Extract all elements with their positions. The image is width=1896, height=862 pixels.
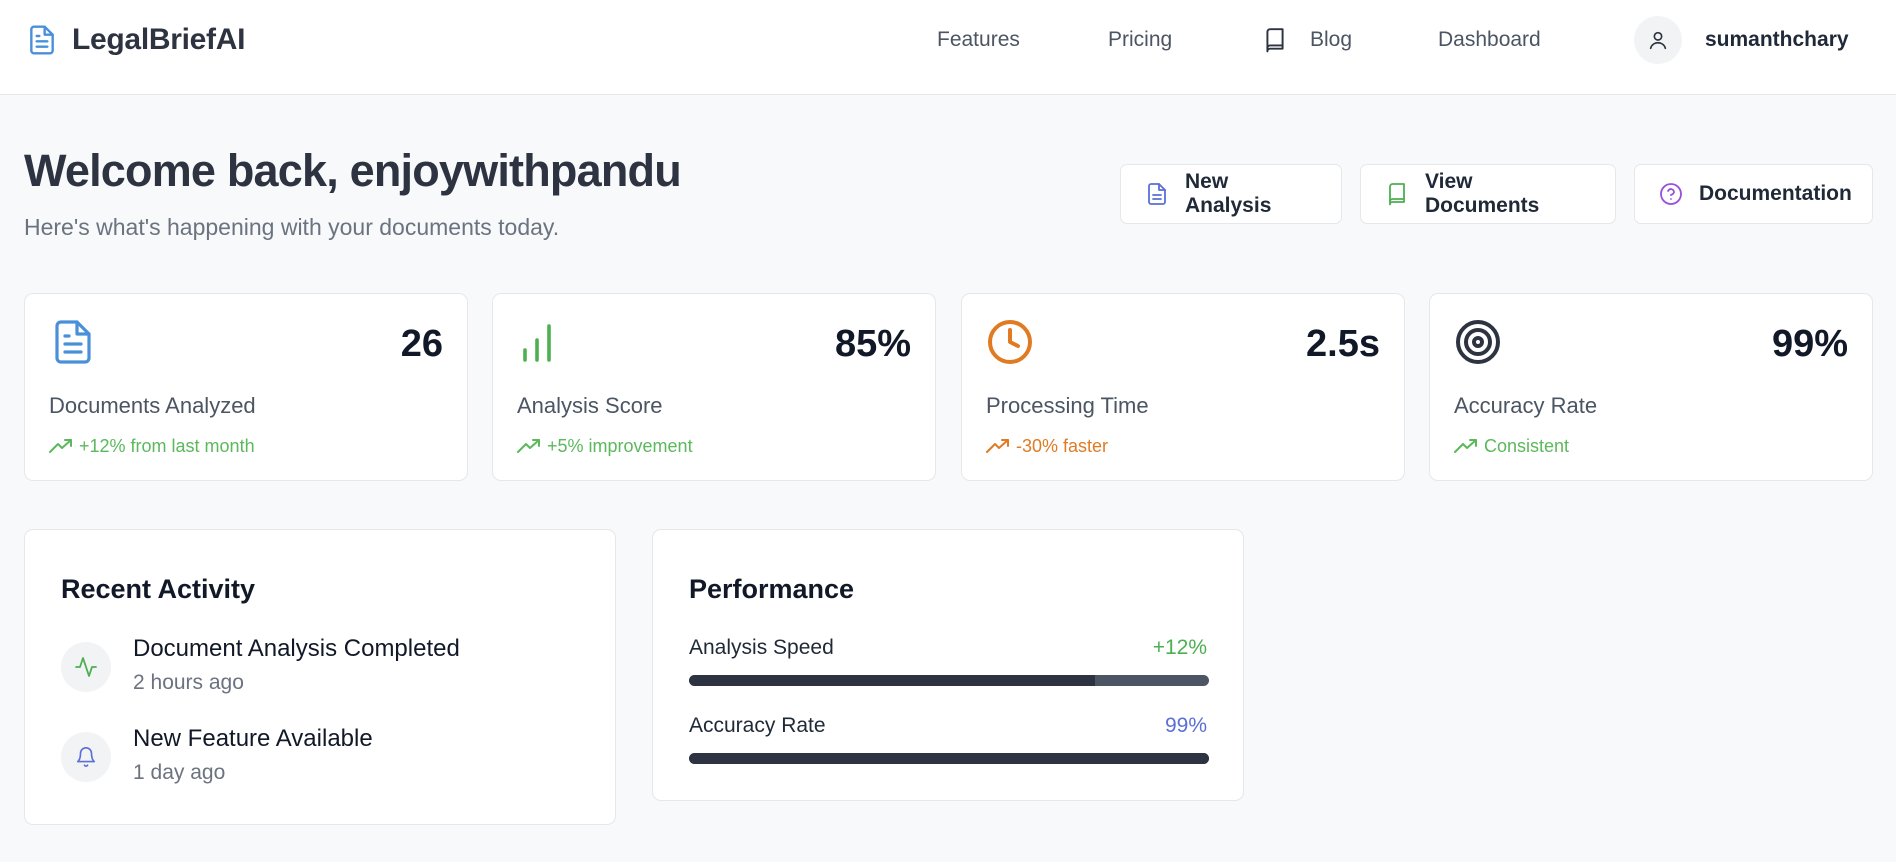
document-icon [30,25,54,55]
metric-label: Accuracy Rate [689,714,826,737]
stat-card-documents-analyzed: 26 Documents Analyzed +12% from last mon… [24,293,468,481]
metric-label: Analysis Speed [689,636,834,659]
trending-up-icon [1454,439,1477,453]
trending-up-icon [986,439,1009,453]
page-subtitle: Here's what's happening with your docume… [24,214,560,240]
stat-label: Accuracy Rate [1454,393,1598,418]
stat-trend: +5% improvement [517,434,693,458]
metric-value: 99% [1164,714,1207,737]
stat-trend: -30% faster [986,434,1108,458]
clock-icon [988,320,1032,364]
performance-card: Performance Analysis Speed +12% Accuracy… [652,529,1244,801]
nav-dashboard[interactable]: Dashboard [1438,26,1541,54]
stat-trend-text: -30% faster [1016,436,1109,456]
avatar[interactable] [1634,16,1682,64]
stat-trend-text: Consistent [1484,436,1570,456]
documentation-button[interactable]: Documentation [1634,164,1873,224]
user-name[interactable]: sumanthchary [1705,26,1849,54]
activity-icon-wrapper [61,642,111,692]
metric-value: +12% [1152,636,1207,659]
brand-logo[interactable]: LegalBriefAI [26,20,245,60]
stat-label: Processing Time [986,393,1149,418]
document-icon [55,320,91,364]
brand-name: LegalBriefAI [72,23,246,56]
nav-pricing[interactable]: Pricing [1108,26,1172,54]
document-icon [1148,183,1166,205]
view-documents-label: View Documents [1425,170,1540,217]
performance-title: Performance [689,574,855,604]
activity-title[interactable]: Document Analysis Completed [133,634,460,664]
activity-time: 2 hours ago [133,671,244,694]
stat-trend-text: +12% from last month [79,436,255,456]
stat-card-analysis-score: 85% Analysis Score +5% improvement [492,293,936,481]
nav-features[interactable]: Features [937,26,1020,54]
stat-label: Documents Analyzed [49,393,256,418]
bell-icon [76,747,96,767]
stat-value: 85% [834,323,911,365]
target-icon [1456,320,1500,364]
book-icon[interactable] [1262,27,1288,53]
new-analysis-label: New Analysis [1185,170,1272,217]
new-analysis-button[interactable]: New Analysis [1120,164,1342,224]
progress-fill [689,753,1209,764]
bar-chart-icon [523,324,551,362]
help-circle-icon [1660,183,1682,205]
recent-activity-title: Recent Activity [61,574,256,604]
trending-up-icon [49,439,72,453]
bell-icon-wrapper [61,732,111,782]
stat-trend: +12% from last month [49,434,255,458]
activity-title[interactable]: New Feature Available [133,724,373,754]
trending-up-icon [517,439,540,453]
nav-blog[interactable]: Blog [1310,26,1352,54]
stat-value: 2.5s [1306,323,1380,365]
stat-card-accuracy-rate: 99% Accuracy Rate Consistent [1429,293,1873,481]
stat-trend-text: +5% improvement [547,436,693,456]
progress-fill [689,675,1095,686]
stat-card-processing-time: 2.5s Processing Time -30% faster [961,293,1405,481]
stat-value: 99% [1771,323,1848,365]
top-navbar: LegalBriefAI Features Pricing Blog Dashb… [0,0,1896,95]
view-documents-button[interactable]: View Documents [1360,164,1616,224]
stat-value: 26 [400,323,443,365]
activity-time: 1 day ago [133,761,226,784]
page-title: Welcome back, enjoywithpandu [24,145,682,196]
book-icon [1389,183,1405,206]
stat-trend: Consistent [1454,434,1569,458]
documentation-label: Documentation [1699,182,1852,205]
stat-label: Analysis Score [517,393,663,418]
user-icon [1649,31,1667,50]
accuracy-rate-progress-bar [689,753,1209,764]
activity-icon [75,657,97,677]
recent-activity-card: Recent Activity Document Analysis Comple… [24,529,616,825]
analysis-speed-progress-bar [689,675,1209,686]
